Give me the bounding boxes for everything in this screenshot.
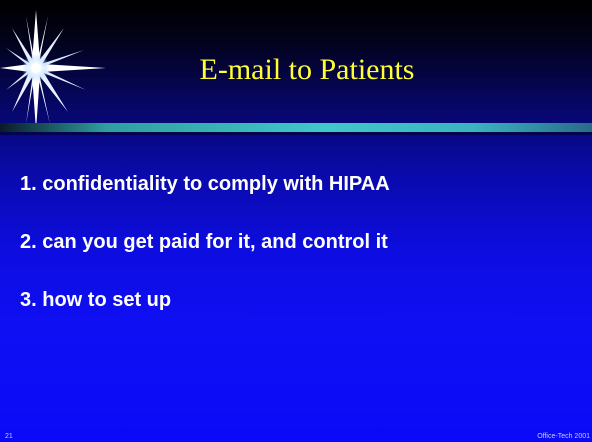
bullet-list: 1. confidentiality to comply with HIPAA … [20,172,390,346]
bullet-item: 3. how to set up [20,289,172,311]
starburst-icon [0,10,106,130]
title-divider [0,123,592,132]
title-divider-shadow [0,132,592,135]
slide: E-mail to Patients 1. confidentiality to… [0,0,592,442]
slide-number: 21 [5,433,13,440]
bullet-item: 1. confidentiality to comply with HIPAA [20,173,390,195]
slide-title: E-mail to Patients [199,53,415,86]
footer-brand: Office-Tech 2001 [537,433,590,440]
bullet-item: 2. can you get paid for it, and control … [20,231,388,253]
